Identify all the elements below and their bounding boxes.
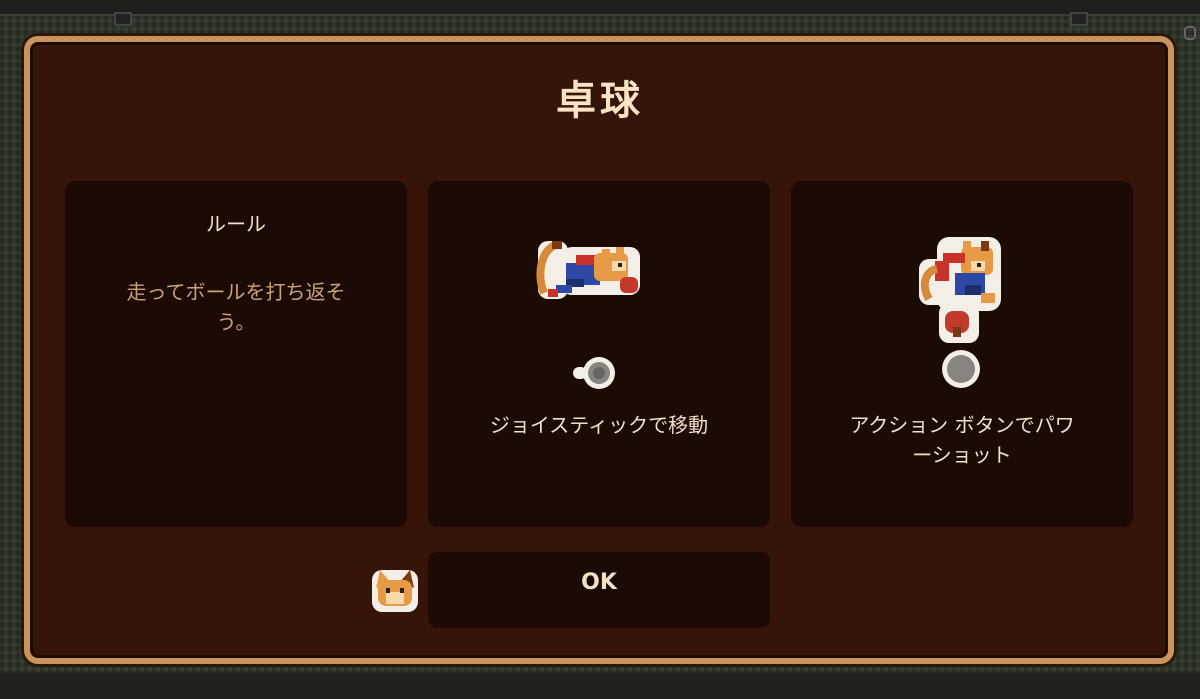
rules-body-line1: 走ってボールを打ち返そ — [126, 280, 346, 304]
action-caption: アクション ボタンでパワ ーショット — [811, 410, 1113, 470]
cat-face-icon — [372, 570, 418, 612]
move-card: ジョイスティックで移動 — [428, 181, 770, 527]
action-caption-line1: アクション ボタンでパワ — [849, 413, 1075, 437]
bottom-bar — [0, 673, 1200, 699]
action-card: アクション ボタンでパワ ーショット — [791, 181, 1133, 527]
rules-body: 走ってボールを打ち返そ う。 — [85, 277, 387, 337]
joystick-icon — [573, 357, 615, 389]
rules-heading: ルール — [206, 212, 266, 236]
top-right-knob — [1070, 12, 1088, 26]
ok-button[interactable]: OK — [428, 552, 770, 628]
move-caption: ジョイスティックで移動 — [489, 413, 709, 437]
action-caption-line2: ーショット — [912, 443, 1012, 467]
rules-card: ルール 走ってボールを打ち返そ う。 — [65, 181, 407, 527]
cat-player-running-icon — [536, 241, 640, 299]
cat-player-jumping-icon — [919, 237, 1001, 343]
action-button-icon — [942, 350, 980, 388]
top-bar — [0, 0, 1200, 16]
corner-indicator-icon — [1184, 26, 1196, 40]
dialog-title: 卓球 — [556, 78, 644, 124]
rules-body-line2: う。 — [216, 310, 256, 334]
top-left-knob — [114, 12, 132, 26]
